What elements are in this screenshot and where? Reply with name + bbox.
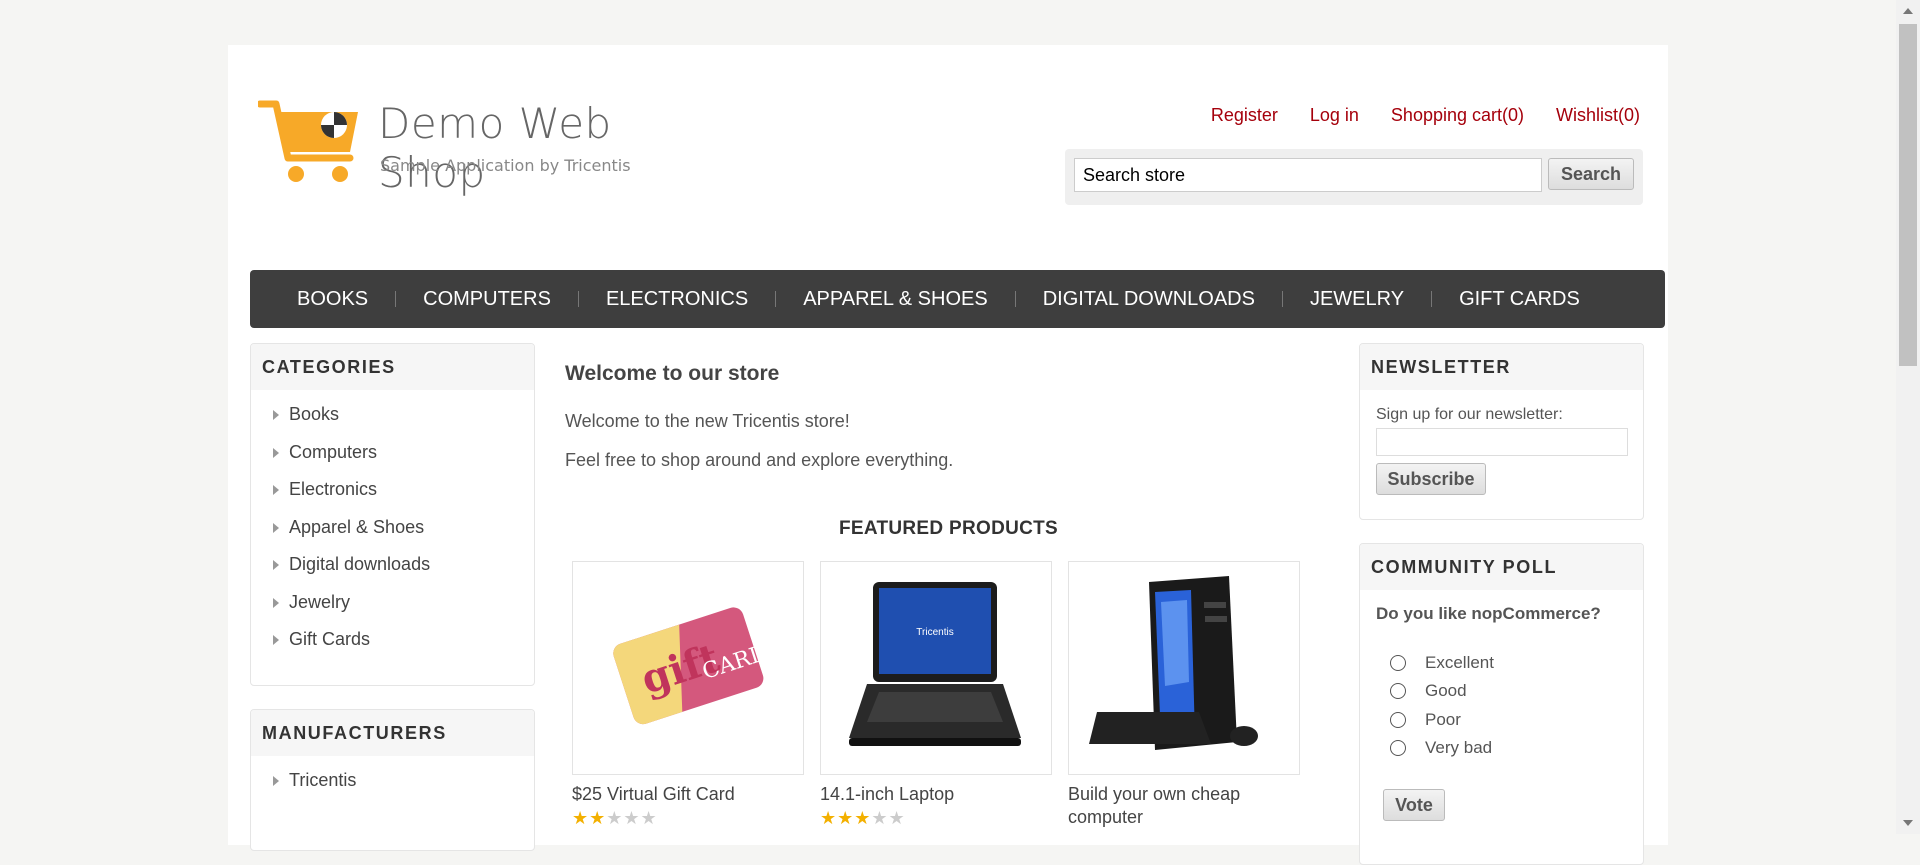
newsletter-label: Sign up for our newsletter: <box>1376 406 1563 423</box>
product-title[interactable]: 14.1-inch Laptop <box>820 783 1052 806</box>
category-item-digital-downloads[interactable]: Digital downloads <box>273 554 534 592</box>
search-input[interactable] <box>1074 158 1542 192</box>
welcome-text: Feel free to shop around and explore eve… <box>565 450 954 470</box>
menu-item-books[interactable]: BOOKS <box>270 288 395 311</box>
poll-option-good[interactable]: Good <box>1390 681 1467 701</box>
rating-stars: ★★★★★ <box>820 808 906 828</box>
manufacturers-block: MANUFACTURERS Tricentis <box>250 709 535 851</box>
category-item-computers[interactable]: Computers <box>273 442 534 480</box>
category-item-books[interactable]: Books <box>273 404 534 442</box>
scroll-down-arrow-icon[interactable] <box>1903 820 1913 826</box>
menu-item-apparel-shoes[interactable]: APPAREL & SHOES <box>776 288 1015 311</box>
product-image-laptop[interactable]: Tricentis <box>820 561 1052 775</box>
product-item: Tricentis 14.1-inch Laptop ★★★★★ <box>820 561 1052 829</box>
newsletter-title: NEWSLETTER <box>1360 344 1643 390</box>
categories-title: CATEGORIES <box>251 344 534 390</box>
menu-item-digital-downloads[interactable]: DIGITAL DOWNLOADS <box>1016 288 1282 311</box>
menu-item-electronics[interactable]: ELECTRONICS <box>579 288 775 311</box>
manufacturers-list: Tricentis <box>251 756 534 808</box>
register-link[interactable]: Register <box>1211 105 1278 126</box>
master-wrapper: Demo Web Shop Sample Application by Tric… <box>228 45 1668 865</box>
shopping-cart-link[interactable]: Shopping cart(0) <box>1391 105 1524 126</box>
menu-item-gift-cards[interactable]: GIFT CARDS <box>1432 288 1607 311</box>
triangle-right-icon <box>273 776 279 786</box>
menu-item-jewelry[interactable]: JEWELRY <box>1283 288 1431 311</box>
rating-stars: ★★★★★ <box>572 808 658 828</box>
product-title[interactable]: Build your own cheap computer <box>1068 783 1300 829</box>
category-label: Gift Cards <box>289 629 371 649</box>
poll-option-label: Very bad <box>1425 738 1493 757</box>
vertical-scrollbar[interactable] <box>1896 0 1920 834</box>
category-label: Apparel & Shoes <box>289 516 425 537</box>
welcome-title: Welcome to our store <box>565 362 780 385</box>
triangle-right-icon <box>273 560 279 570</box>
categories-list: Books Computers Electronics Apparel & Sh… <box>251 390 534 667</box>
wishlist-link[interactable]: Wishlist(0) <box>1556 105 1640 126</box>
poll-question: Do you like nopCommerce? <box>1376 604 1601 623</box>
svg-text:Tricentis: Tricentis <box>916 627 953 638</box>
category-item-gift-cards[interactable]: Gift Cards <box>273 629 534 667</box>
triangle-right-icon <box>273 522 279 533</box>
categories-block: CATEGORIES Books Computers Electronics A… <box>250 343 535 686</box>
triangle-right-icon <box>273 485 279 495</box>
poll-option-very-bad[interactable]: Very bad <box>1390 738 1492 758</box>
category-label: Computers <box>289 441 378 462</box>
search-box: Search <box>1065 149 1643 205</box>
triangle-right-icon <box>273 447 279 458</box>
newsletter-email-input[interactable] <box>1376 428 1628 456</box>
radio-button[interactable] <box>1390 740 1406 756</box>
laptop-icon: Tricentis <box>849 582 1021 746</box>
manufacturers-title: MANUFACTURERS <box>251 710 534 756</box>
top-menu: BOOKS COMPUTERS ELECTRONICS APPAREL & SH… <box>250 270 1665 328</box>
shopping-cart-logo-icon <box>258 100 358 182</box>
category-label: Books <box>289 404 340 424</box>
product-item: gift CARD $25 Virtual Gift Card ★★★★★ <box>572 561 804 829</box>
radio-button[interactable] <box>1390 712 1406 728</box>
manufacturer-item-tricentis[interactable]: Tricentis <box>273 770 534 808</box>
logo-subtitle: Sample Application by Tricentis <box>380 156 631 175</box>
welcome-text: Welcome to the new Tricentis store! <box>565 411 850 431</box>
triangle-right-icon <box>273 410 279 420</box>
radio-button[interactable] <box>1390 655 1406 671</box>
category-item-electronics[interactable]: Electronics <box>273 479 534 517</box>
category-label: Jewelry <box>289 591 351 612</box>
logo[interactable]: Demo Web Shop Sample Application by Tric… <box>258 99 718 200</box>
category-item-apparel-shoes[interactable]: Apparel & Shoes <box>273 517 534 555</box>
category-label: Digital downloads <box>289 554 431 574</box>
product-image-desktop-computer[interactable] <box>1068 561 1300 775</box>
newsletter-block: NEWSLETTER Sign up for our newsletter: S… <box>1359 343 1644 520</box>
login-link[interactable]: Log in <box>1310 105 1359 126</box>
radio-button[interactable] <box>1390 683 1406 699</box>
poll-option-label: Excellent <box>1425 653 1494 672</box>
poll-option-label: Poor <box>1425 710 1461 729</box>
product-item: Build your own cheap computer <box>1068 561 1300 829</box>
community-poll-title: COMMUNITY POLL <box>1360 544 1643 590</box>
header-links: Register Log in Shopping cart(0) Wishlis… <box>1211 105 1640 126</box>
manufacturer-label: Tricentis <box>289 770 357 790</box>
category-label: Electronics <box>289 479 378 499</box>
scrollbar-thumb[interactable] <box>1899 24 1917 366</box>
desktop-computer-icon <box>1089 576 1258 750</box>
poll-option-excellent[interactable]: Excellent <box>1390 653 1494 673</box>
logo-title: Demo Web Shop <box>378 99 612 197</box>
featured-products-title: FEATURED PRODUCTS <box>838 518 1059 539</box>
vote-button[interactable]: Vote <box>1383 789 1445 821</box>
gift-card-icon: gift CARD <box>613 607 771 725</box>
search-button[interactable]: Search <box>1548 158 1634 190</box>
product-title[interactable]: $25 Virtual Gift Card <box>572 783 804 806</box>
community-poll-block: COMMUNITY POLL Do you like nopCommerce? … <box>1359 543 1644 865</box>
scroll-up-arrow-icon[interactable] <box>1903 8 1913 14</box>
poll-option-label: Good <box>1425 681 1467 700</box>
triangle-right-icon <box>273 635 279 645</box>
poll-option-poor[interactable]: Poor <box>1390 710 1461 730</box>
triangle-right-icon <box>273 597 279 608</box>
category-item-jewelry[interactable]: Jewelry <box>273 592 534 630</box>
product-image-gift-card[interactable]: gift CARD <box>572 561 804 775</box>
subscribe-button[interactable]: Subscribe <box>1376 463 1486 495</box>
menu-item-computers[interactable]: COMPUTERS <box>396 288 578 311</box>
